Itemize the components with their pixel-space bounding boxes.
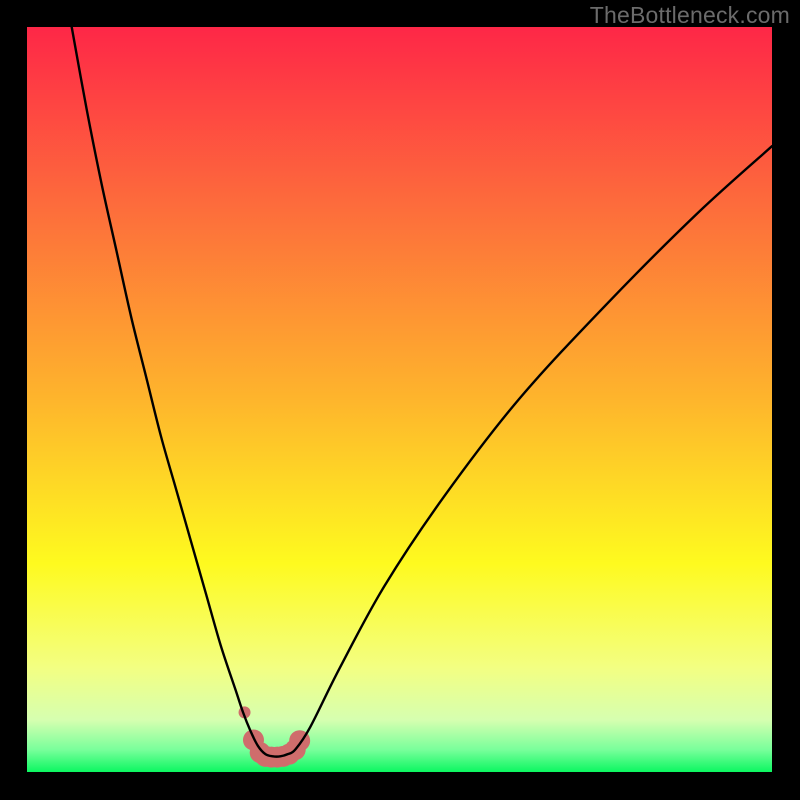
watermark-text: TheBottleneck.com — [590, 2, 790, 29]
marker-layer — [239, 706, 311, 767]
bottleneck-chart — [27, 27, 772, 772]
chart-frame — [27, 27, 772, 772]
bottleneck-curve — [72, 27, 772, 757]
